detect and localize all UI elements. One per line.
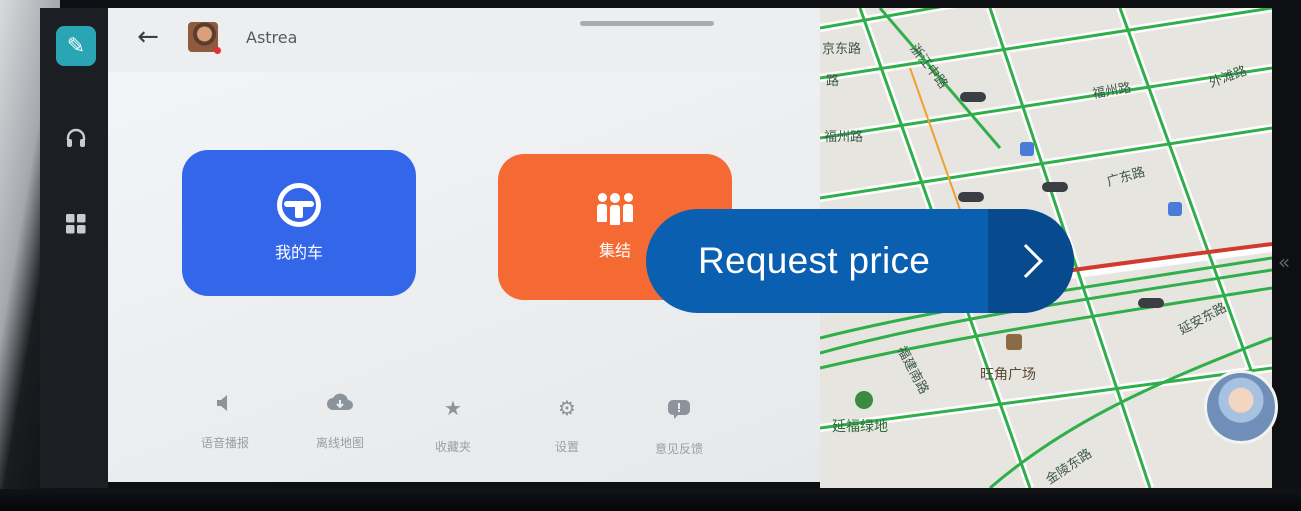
my-car-button[interactable]: 我的车 — [182, 150, 416, 296]
notification-dot — [214, 47, 221, 54]
tool-label: 语音播报 — [200, 436, 249, 450]
avatar[interactable] — [188, 22, 221, 54]
group-people-icon — [597, 193, 633, 225]
chevron-right-icon — [988, 209, 1074, 313]
feedback-button[interactable]: 意见反馈 — [634, 398, 724, 457]
my-car-label: 我的车 — [274, 243, 323, 262]
voice-assistant-avatar[interactable] — [1204, 370, 1278, 444]
favorites-button[interactable]: ★ 收藏夹 — [408, 396, 498, 455]
apps-grid-icon[interactable] — [56, 204, 96, 244]
left-rail: ✎ — [40, 8, 108, 488]
tool-label: 收藏夹 — [434, 440, 471, 454]
drag-handle[interactable] — [580, 21, 714, 26]
map-label: 路 — [826, 74, 840, 89]
arrow-left-icon[interactable]: ← — [132, 22, 164, 54]
tool-label: 意见反馈 — [654, 442, 703, 456]
cloud-download-icon — [295, 392, 385, 418]
speaker-icon — [180, 392, 270, 418]
navigation-pen-icon[interactable]: ✎ — [56, 26, 96, 66]
tool-label: 设置 — [554, 440, 579, 454]
voice-broadcast-button[interactable]: 语音播报 — [180, 392, 270, 451]
tool-row: 语音播报 离线地图 ★ 收藏夹 ⚙ 设置 意见反馈 — [180, 388, 740, 468]
panel-header: ← Astrea — [108, 8, 824, 72]
headphones-icon[interactable] — [56, 118, 96, 158]
steering-wheel-icon — [277, 183, 321, 227]
request-price-label: Request price — [698, 240, 931, 281]
map-label: 京东路 — [822, 42, 862, 57]
gear-icon: ⚙ — [558, 396, 576, 420]
username: Astrea — [246, 28, 298, 47]
map-label: 延福绿地 — [832, 419, 888, 435]
screen-bezel-bottom — [0, 489, 1301, 511]
feedback-icon — [634, 398, 724, 424]
offline-map-button[interactable]: 离线地图 — [295, 392, 385, 451]
star-icon: ★ — [444, 396, 462, 420]
gather-label: 集结 — [598, 241, 631, 260]
map-label: 福州路 — [824, 130, 864, 145]
request-price-button[interactable]: Request price — [646, 209, 1074, 313]
settings-button[interactable]: ⚙ 设置 — [522, 396, 612, 455]
map-label: 旺角广场 — [980, 367, 1036, 383]
tool-label: 离线地图 — [315, 436, 364, 450]
collapse-arrows-icon[interactable]: « — [1278, 250, 1290, 274]
